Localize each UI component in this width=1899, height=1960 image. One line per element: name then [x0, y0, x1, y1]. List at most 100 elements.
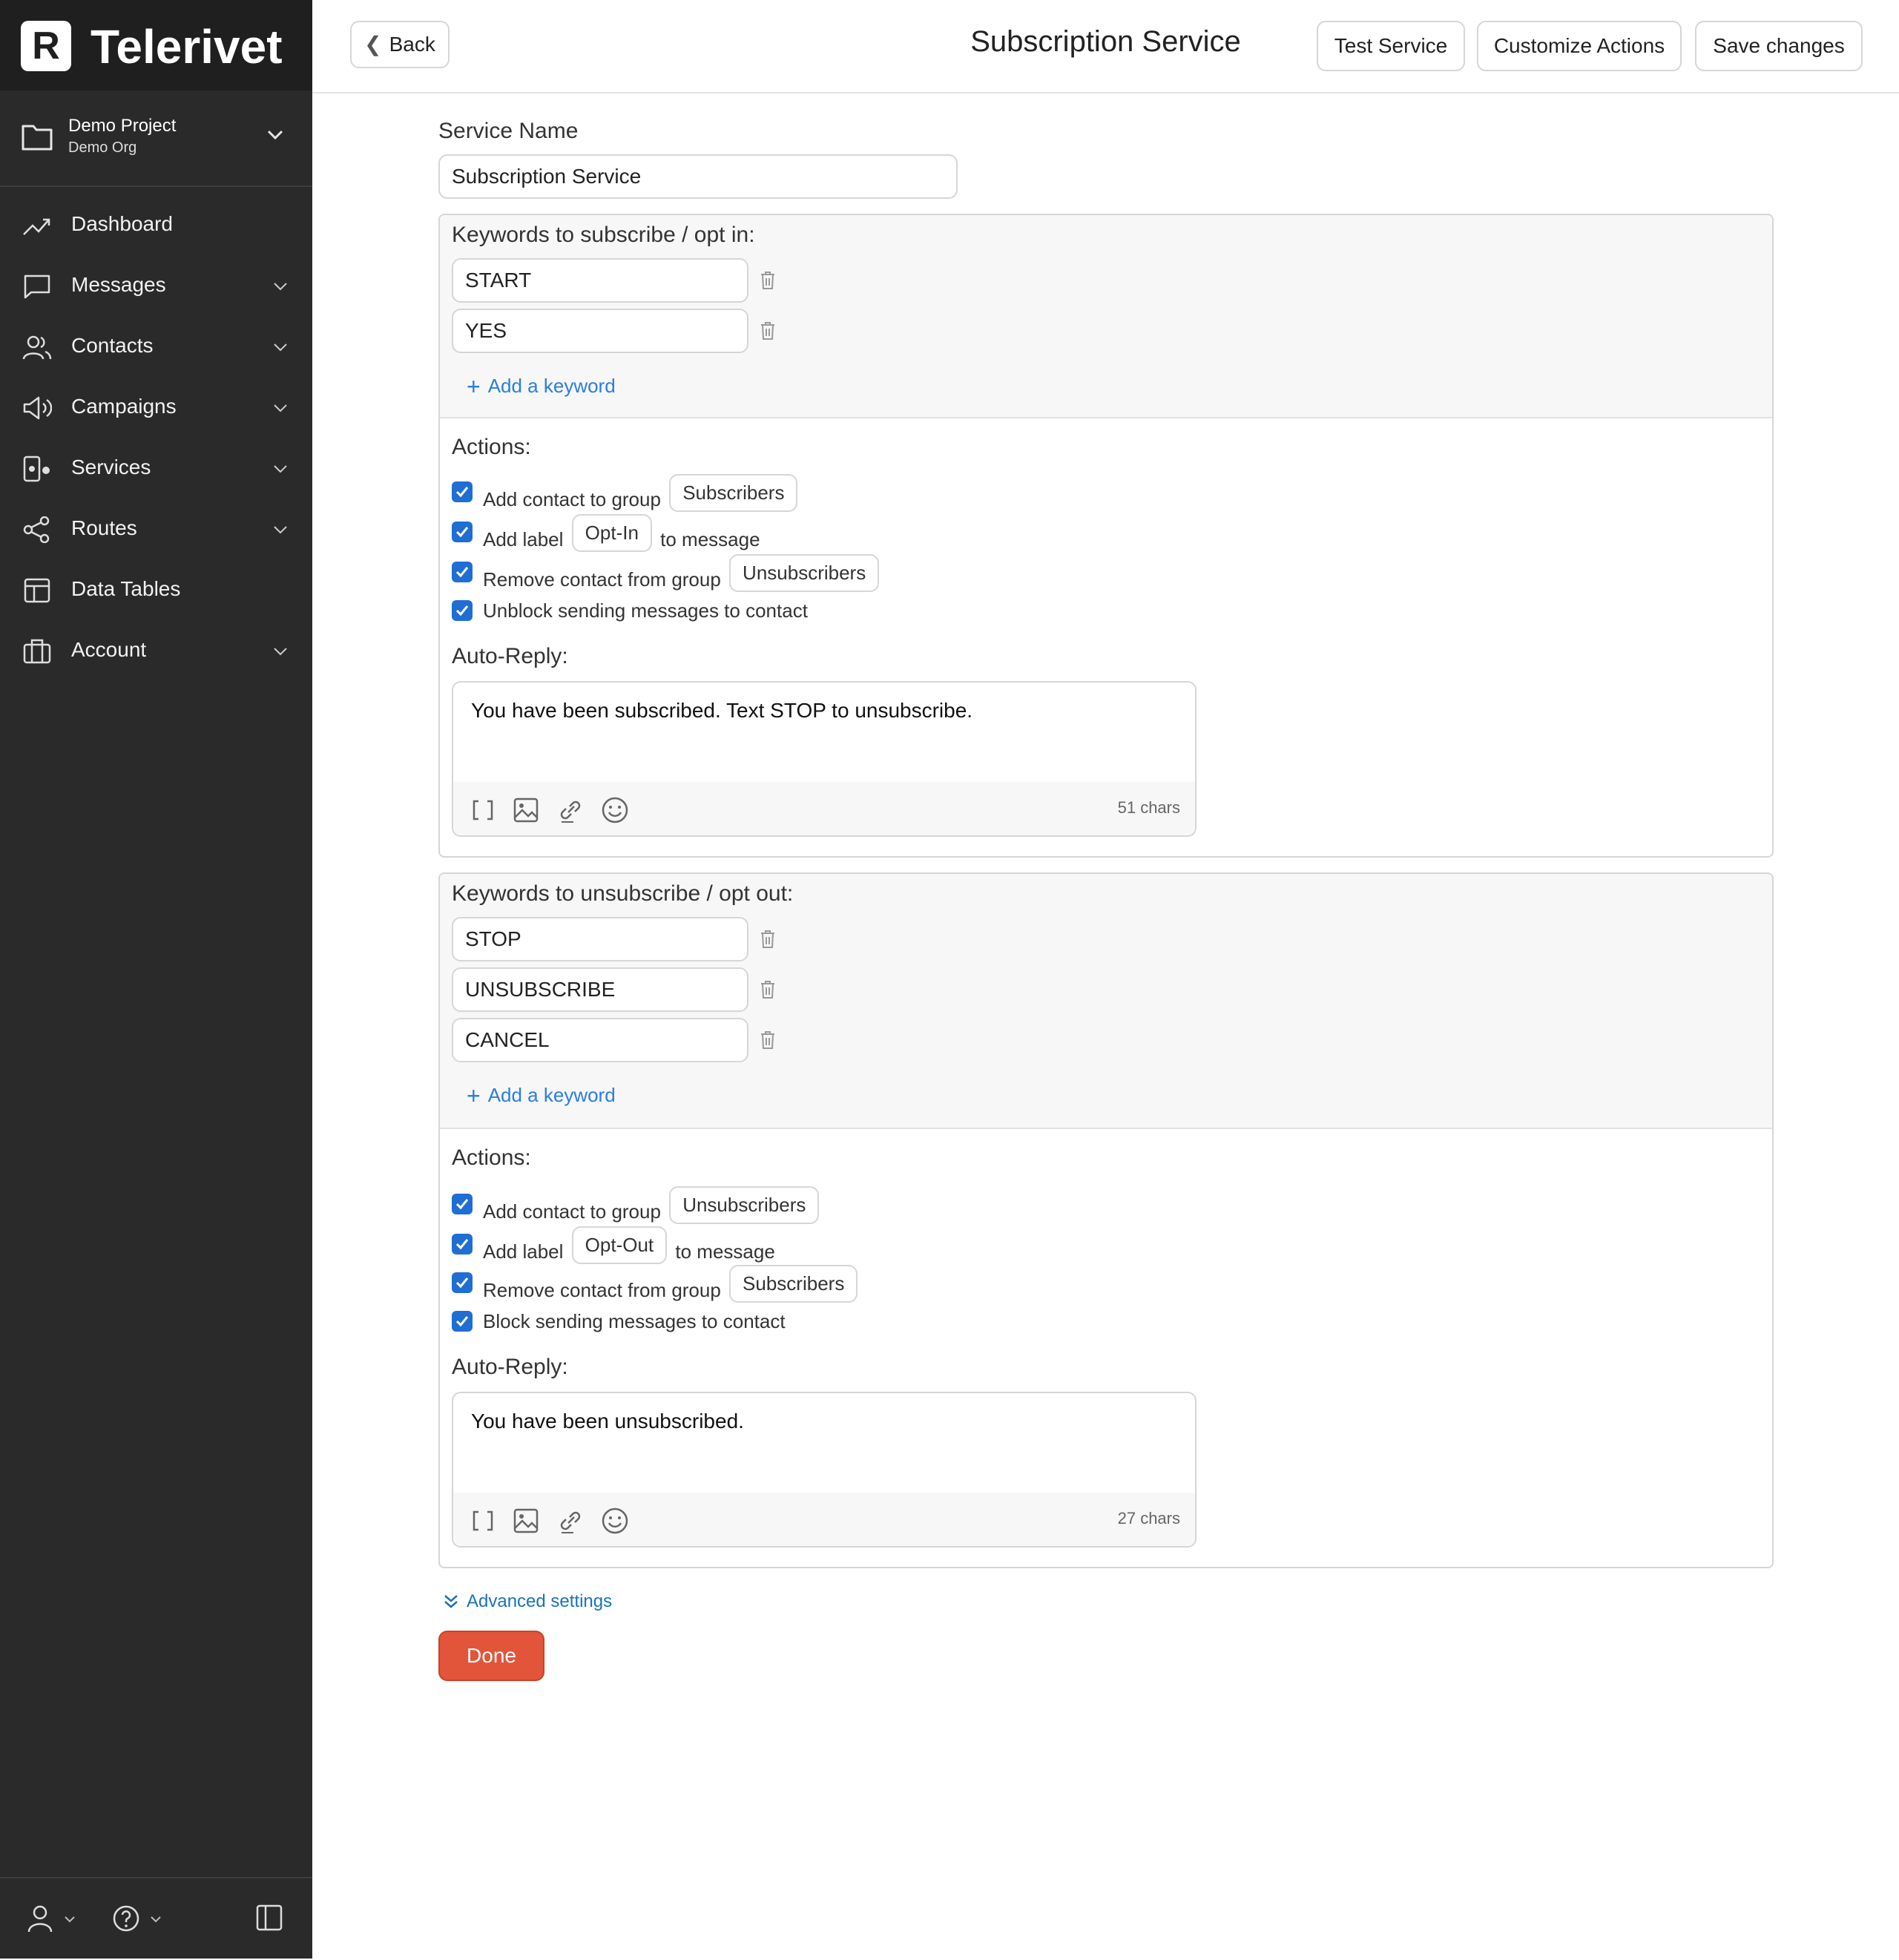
chevron-down-icon: [274, 343, 287, 352]
subscribe-autoreply-editor[interactable]: You have been subscribed. Text STOP to u…: [452, 681, 1197, 837]
sidebar-item-label: Campaigns: [71, 395, 177, 418]
autoreply-text[interactable]: You have been subscribed. Text STOP to u…: [471, 699, 972, 723]
image-icon[interactable]: [511, 795, 541, 825]
sidebar-item-label: Services: [71, 456, 151, 479]
add-keyword-link[interactable]: + Add a keyword: [467, 1080, 616, 1109]
sidebar-item-label: Messages: [71, 273, 166, 296]
sidebar-nav: Dashboard Messages Contacts Campaigns Se…: [0, 194, 312, 681]
sidebar-item-label: Dashboard: [71, 212, 173, 235]
advanced-settings-link[interactable]: Advanced settings: [441, 1588, 612, 1612]
subscribe-keywords-title: Keywords to subscribe / opt in:: [452, 223, 755, 247]
save-changes-button[interactable]: Save changes: [1695, 21, 1863, 71]
subscribe-autoreply-title: Auto-Reply:: [452, 644, 568, 668]
sidebar-footer: [0, 1877, 312, 1960]
char-count: 27 chars: [1117, 1509, 1180, 1527]
keyword-input[interactable]: CANCEL: [452, 1018, 748, 1062]
user-menu-icon[interactable]: [27, 1904, 82, 1933]
unsubscribe-keywords-title: Keywords to unsubscribe / opt out:: [452, 881, 794, 906]
trend-icon: [23, 218, 50, 235]
sidebar-item-account[interactable]: Account: [0, 620, 312, 681]
add-keyword-link[interactable]: + Add a keyword: [467, 371, 616, 400]
plus-icon: +: [467, 1082, 481, 1109]
sidebar-item-contacts[interactable]: Contacts: [0, 316, 312, 377]
checkbox[interactable]: [452, 1311, 473, 1332]
megaphone-icon: [23, 396, 52, 420]
checkbox[interactable]: [452, 1272, 473, 1293]
sidebar-item-services[interactable]: Services: [0, 438, 312, 499]
link-icon[interactable]: [556, 1506, 585, 1536]
sidebar: R Telerivet Demo Project Demo Org Dashbo…: [0, 0, 312, 1959]
checkbox[interactable]: [452, 562, 473, 582]
sidebar-item-data-tables[interactable]: Data Tables: [0, 559, 312, 620]
chevron-down-icon: [274, 465, 287, 473]
plus-icon: +: [467, 373, 481, 400]
trash-icon[interactable]: [759, 320, 777, 341]
variable-brackets-icon[interactable]: [468, 795, 498, 825]
trash-icon[interactable]: [759, 1030, 777, 1050]
checkbox[interactable]: [452, 481, 473, 502]
emoji-icon[interactable]: [600, 1506, 630, 1536]
keyword-input[interactable]: STOP: [452, 917, 748, 961]
label-selector[interactable]: Opt-Out: [571, 1226, 668, 1264]
project-org: Demo Org: [68, 139, 137, 156]
service-name-input[interactable]: Subscription Service: [438, 154, 958, 199]
test-service-button[interactable]: Test Service: [1317, 21, 1465, 71]
contacts-icon: [22, 335, 52, 360]
table-icon: [24, 578, 50, 603]
briefcase-icon: [23, 639, 51, 664]
top-bar: Subscription Service ❮ Back Test Service …: [312, 0, 1899, 93]
sidebar-item-messages[interactable]: Messages: [0, 255, 312, 316]
chevron-down-icon: [274, 526, 287, 534]
link-icon[interactable]: [556, 795, 585, 825]
label-selector[interactable]: Opt-In: [571, 514, 652, 552]
group-selector[interactable]: Subscribers: [729, 1265, 858, 1303]
services-icon: [23, 456, 50, 482]
sidebar-item-label: Data Tables: [71, 577, 181, 600]
variable-brackets-icon[interactable]: [468, 1506, 498, 1536]
sidebar-item-routes[interactable]: Routes: [0, 499, 312, 559]
help-menu-icon[interactable]: [113, 1904, 168, 1933]
trash-icon[interactable]: [759, 270, 777, 291]
chevron-down-icon: [267, 130, 283, 140]
trash-icon[interactable]: [759, 979, 777, 1000]
editor-toolbar: 27 chars: [453, 1493, 1195, 1546]
checkbox[interactable]: [452, 600, 473, 621]
project-switcher[interactable]: Demo Project Demo Org: [0, 91, 312, 187]
emoji-icon[interactable]: [600, 795, 630, 825]
subscribe-keywords-area: Keywords to subscribe / opt in: START YE…: [440, 215, 1772, 418]
sidebar-toggle-icon[interactable]: [255, 1904, 283, 1932]
brand-name: Telerivet: [90, 20, 283, 73]
brand-header: R Telerivet: [0, 0, 312, 91]
char-count: 51 chars: [1117, 798, 1180, 817]
group-selector[interactable]: Unsubscribers: [729, 554, 880, 592]
keyword-input[interactable]: START: [452, 258, 748, 303]
sidebar-item-label: Account: [71, 638, 147, 661]
double-chevron-down-icon: [444, 1595, 458, 1608]
service-name-label: Service Name: [438, 119, 579, 143]
group-selector[interactable]: Unsubscribers: [669, 1186, 820, 1224]
trash-icon[interactable]: [759, 929, 777, 950]
unsubscribe-autoreply-editor[interactable]: You have been unsubscribed. 27 chars: [452, 1392, 1197, 1548]
keyword-input[interactable]: YES: [452, 309, 748, 353]
checkbox[interactable]: [452, 1234, 473, 1254]
sidebar-item-dashboard[interactable]: Dashboard: [0, 194, 312, 255]
folder-icon: [22, 125, 53, 151]
image-icon[interactable]: [511, 1506, 541, 1536]
unsubscribe-panel: Keywords to unsubscribe / opt out: STOP …: [438, 872, 1774, 1568]
share-icon: [23, 516, 50, 543]
checkbox[interactable]: [452, 522, 473, 542]
checkbox[interactable]: [452, 1194, 473, 1214]
chevron-down-icon: [274, 648, 287, 656]
group-selector[interactable]: Subscribers: [669, 474, 798, 512]
chevron-down-icon: [274, 283, 287, 291]
subscribe-panel: Keywords to subscribe / opt in: START YE…: [438, 214, 1774, 858]
keyword-input[interactable]: UNSUBSCRIBE: [452, 967, 748, 1012]
sidebar-item-label: Contacts: [71, 334, 154, 357]
sidebar-item-campaigns[interactable]: Campaigns: [0, 377, 312, 438]
done-button[interactable]: Done: [438, 1631, 544, 1681]
back-button[interactable]: ❮ Back: [350, 21, 450, 68]
back-label: Back: [389, 33, 435, 56]
autoreply-text[interactable]: You have been unsubscribed.: [471, 1410, 744, 1433]
customize-actions-button[interactable]: Customize Actions: [1477, 21, 1682, 71]
telerivet-logo-icon[interactable]: R: [21, 21, 71, 71]
